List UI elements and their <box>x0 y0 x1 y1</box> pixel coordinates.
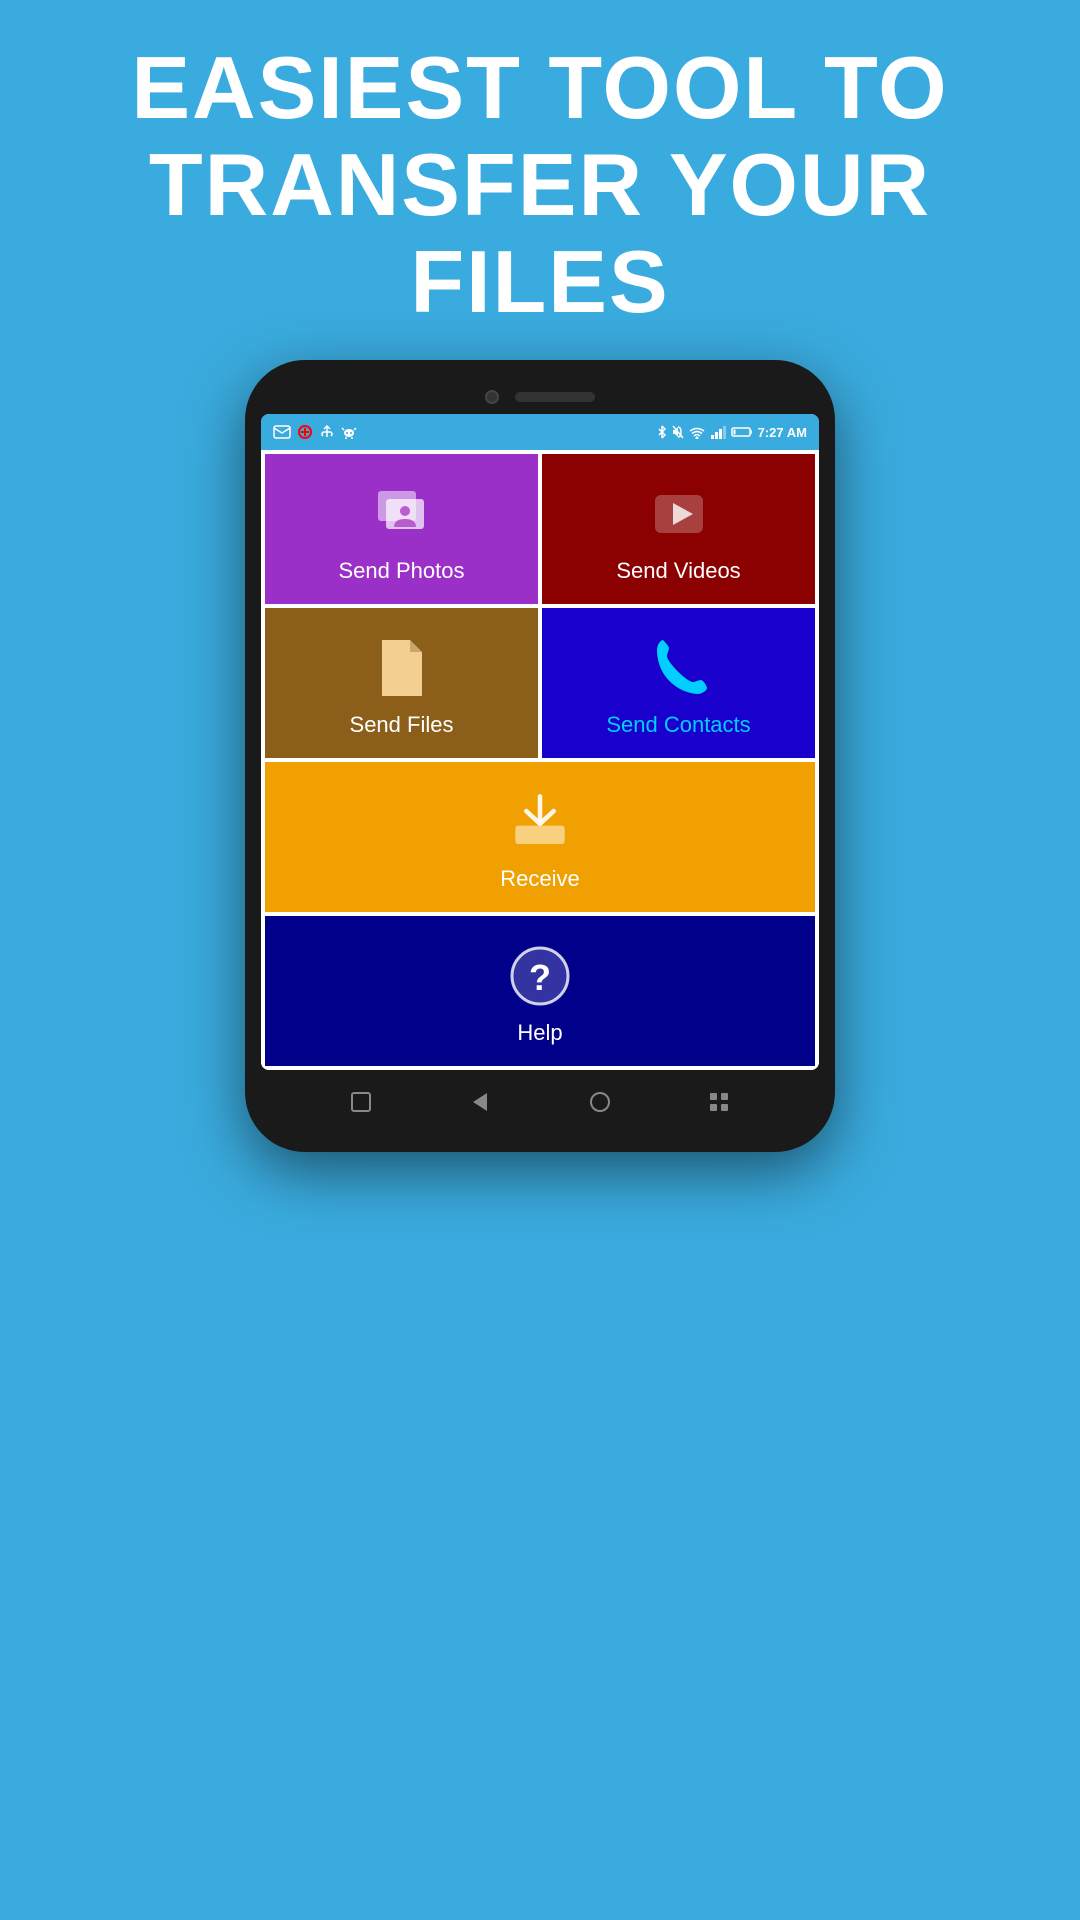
phone-top <box>261 378 819 414</box>
help-svg: ? <box>508 944 572 1008</box>
signal-icon <box>297 425 313 439</box>
contacts-svg <box>649 636 709 700</box>
nav-recents-button[interactable] <box>347 1088 375 1116</box>
signal-bars-icon <box>710 426 726 439</box>
send-videos-icon <box>647 482 711 546</box>
help-tile[interactable]: ? Help <box>265 916 815 1066</box>
send-photos-icon <box>370 482 434 546</box>
status-right-icons: 7:27 AM <box>657 425 807 440</box>
android-icon <box>341 425 357 439</box>
send-videos-label: Send Videos <box>616 558 740 584</box>
receive-svg <box>508 790 572 854</box>
files-svg <box>374 636 430 700</box>
nav-back-button[interactable] <box>466 1088 494 1116</box>
nav-apps-button[interactable] <box>705 1088 733 1116</box>
headline-line1: EASIEST TOOL TO <box>131 38 948 137</box>
send-photos-label: Send Photos <box>339 558 465 584</box>
send-contacts-label: Send Contacts <box>606 712 750 738</box>
usb-icon <box>319 425 335 439</box>
phone-camera <box>485 390 499 404</box>
headline-line2: TRANSFER YOUR FILES <box>149 135 931 331</box>
status-left-icons <box>273 425 357 439</box>
send-files-label: Send Files <box>350 712 454 738</box>
receive-tile[interactable]: Receive <box>265 762 815 912</box>
send-files-icon <box>370 636 434 700</box>
send-videos-tile[interactable]: Send Videos <box>542 454 815 604</box>
phone-screen: 7:27 AM Send Photos <box>261 414 819 1070</box>
send-files-tile[interactable]: Send Files <box>265 608 538 758</box>
wifi-icon <box>689 426 705 439</box>
msg-icon <box>273 425 291 439</box>
send-photos-tile[interactable]: Send Photos <box>265 454 538 604</box>
time-display: 7:27 AM <box>758 425 807 440</box>
help-label: Help <box>517 1020 562 1046</box>
phone-shell: 7:27 AM Send Photos <box>245 360 835 1152</box>
videos-svg <box>647 487 711 541</box>
app-grid: Send Photos Send Videos <box>261 450 819 1070</box>
phone-speaker <box>515 392 595 402</box>
phone-nav <box>261 1072 819 1132</box>
svg-text:?: ? <box>529 957 551 998</box>
battery-icon <box>731 426 753 438</box>
send-contacts-icon <box>647 636 711 700</box>
status-bar: 7:27 AM <box>261 414 819 450</box>
nav-home-button[interactable] <box>586 1088 614 1116</box>
mute-icon <box>672 425 684 439</box>
apps-icon <box>708 1091 730 1113</box>
recents-icon <box>350 1091 372 1113</box>
back-icon <box>469 1091 491 1113</box>
send-contacts-tile[interactable]: Send Contacts <box>542 608 815 758</box>
receive-icon <box>508 790 572 854</box>
receive-label: Receive <box>500 866 579 892</box>
photos-svg <box>370 487 434 541</box>
bluetooth-status-icon <box>657 425 667 439</box>
headline: EASIEST TOOL TO TRANSFER YOUR FILES <box>0 0 1080 360</box>
help-icon: ? <box>508 944 572 1008</box>
home-icon <box>589 1091 611 1113</box>
